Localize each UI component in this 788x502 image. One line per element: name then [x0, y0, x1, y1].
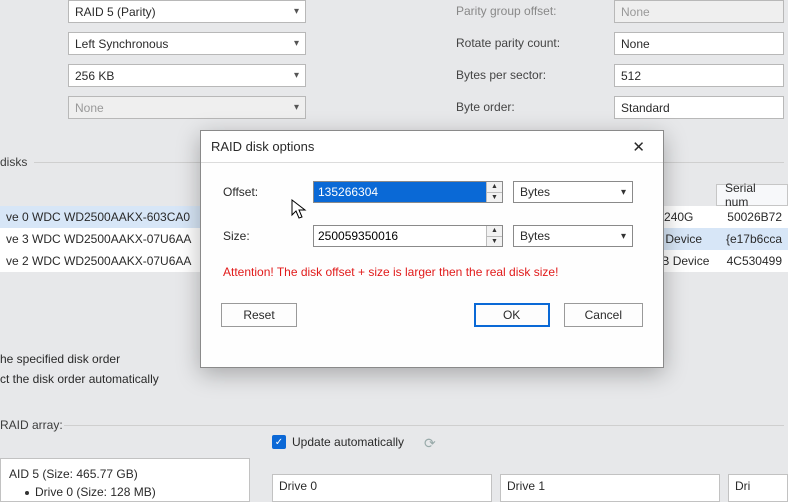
dialog-titlebar[interactable]: RAID disk options ✕	[201, 131, 663, 163]
parity-group-label: Parity group offset:	[456, 4, 557, 18]
warning-text: Attention! The disk offset + size is lar…	[223, 265, 641, 279]
serial-header-label: Serial num	[717, 185, 787, 205]
offset-label: Offset:	[223, 185, 313, 199]
bytes-per-select[interactable]: 512	[614, 64, 784, 87]
disk-row[interactable]: ve 2 WDC WD2500AAKX-07U6AA	[0, 250, 200, 272]
bullet-icon	[25, 491, 29, 495]
disk-row[interactable]: ve 3 WDC WD2500AAKX-07U6AA	[0, 228, 200, 250]
size-unit-select[interactable]: Bytes ▾	[513, 225, 633, 247]
offset-unit-select[interactable]: Bytes ▾	[513, 181, 633, 203]
byte-order-value: Standard	[621, 101, 670, 115]
offset-input-wrap: ▲ ▼	[313, 181, 503, 203]
cancel-button[interactable]: Cancel	[564, 303, 643, 327]
size-label: Size:	[223, 229, 313, 243]
chevron-down-icon: ▾	[621, 231, 626, 242]
bytes-per-value: 512	[621, 69, 641, 83]
drive-col-0[interactable]: Drive 0	[272, 474, 492, 502]
drive-col-2[interactable]: Dri	[728, 474, 788, 502]
spin-down-icon[interactable]: ▼	[487, 193, 502, 203]
raid-array-label: RAID array:	[0, 418, 63, 432]
size-unit-value: Bytes	[520, 229, 550, 243]
stripe-select[interactable]: 256 KB ▾	[68, 64, 306, 87]
sync-value: Left Synchronous	[75, 37, 168, 51]
reset-button[interactable]: Reset	[221, 303, 297, 327]
stripe-value: 256 KB	[75, 69, 114, 83]
disk-list-left: ve 0 WDC WD2500AAKX-603CA0 ve 3 WDC WD25…	[0, 206, 200, 272]
rotate-value-select[interactable]: None	[614, 32, 784, 55]
radio-label: he specified disk order	[0, 352, 120, 366]
checkbox-icon: ✓	[272, 435, 286, 449]
spin-up-icon[interactable]: ▲	[487, 182, 502, 193]
divider	[64, 425, 784, 426]
offset-input[interactable]	[314, 182, 486, 202]
rotate-label: Rotate parity count:	[456, 36, 560, 50]
bytes-per-label: Bytes per sector:	[456, 68, 546, 82]
drive-col-1[interactable]: Drive 1	[500, 474, 720, 502]
disk-row-text: ve 2 WDC WD2500AAKX-07U6AA	[6, 254, 191, 268]
refresh-icon[interactable]: ⟳	[424, 435, 436, 452]
raid-type-value: RAID 5 (Parity)	[75, 5, 156, 19]
parity-group-value: None	[621, 5, 650, 19]
parity-group-value-select: None	[614, 0, 784, 23]
ok-button[interactable]: OK	[474, 303, 550, 327]
byte-order-label: Byte order:	[456, 100, 515, 114]
offset-unit-value: Bytes	[520, 185, 550, 199]
disk-row-text: ve 3 WDC WD2500AAKX-07U6AA	[6, 232, 191, 246]
drive-col-label: Dri	[735, 479, 750, 493]
device-serial: {e17b6cca	[726, 232, 782, 246]
disk-row[interactable]: ve 0 WDC WD2500AAKX-603CA0	[0, 206, 200, 228]
chevron-down-icon: ▾	[294, 38, 299, 49]
dialog-title: RAID disk options	[211, 139, 314, 154]
none-value: None	[75, 101, 104, 115]
disks-section-label: disks	[0, 155, 27, 169]
chevron-down-icon: ▾	[294, 102, 299, 113]
tree-child[interactable]: Drive 0 (Size: 128 MB)	[9, 483, 241, 501]
rotate-value: None	[621, 37, 650, 51]
spin-down-icon[interactable]: ▼	[487, 237, 502, 247]
chevron-down-icon: ▾	[294, 6, 299, 17]
tree-root[interactable]: AID 5 (Size: 465.77 GB)	[9, 465, 241, 483]
spin-up-icon[interactable]: ▲	[487, 226, 502, 237]
serial-col-header[interactable]: Serial num	[716, 184, 788, 206]
radio-specified-order[interactable]: he specified disk order	[0, 352, 120, 366]
radio-label: ct the disk order automatically	[0, 372, 159, 386]
close-icon[interactable]: ✕	[624, 134, 653, 160]
sync-select[interactable]: Left Synchronous ▾	[68, 32, 306, 55]
update-auto-label: Update automatically	[292, 435, 404, 449]
byte-order-select[interactable]: Standard	[614, 96, 784, 119]
update-auto-checkbox[interactable]: ✓ Update automatically	[272, 435, 404, 449]
size-input-wrap: ▲ ▼	[313, 225, 503, 247]
raid-disk-options-dialog: RAID disk options ✕ Offset: ▲ ▼ Bytes ▾ …	[200, 130, 664, 368]
drive-col-label: Drive 1	[507, 479, 545, 493]
disk-row-text: ve 0 WDC WD2500AAKX-603CA0	[6, 210, 190, 224]
raid-tree[interactable]: AID 5 (Size: 465.77 GB) Drive 0 (Size: 1…	[0, 458, 250, 502]
radio-auto-order[interactable]: ct the disk order automatically	[0, 372, 159, 386]
none-select: None ▾	[68, 96, 306, 119]
size-input[interactable]	[314, 226, 486, 246]
raid-type-select[interactable]: RAID 5 (Parity) ▾	[68, 0, 306, 23]
chevron-down-icon: ▾	[294, 70, 299, 81]
device-serial: 50026B72	[727, 210, 782, 224]
drive-col-label: Drive 0	[279, 479, 317, 493]
device-serial: 4C530499	[727, 254, 782, 268]
chevron-down-icon: ▾	[621, 187, 626, 198]
